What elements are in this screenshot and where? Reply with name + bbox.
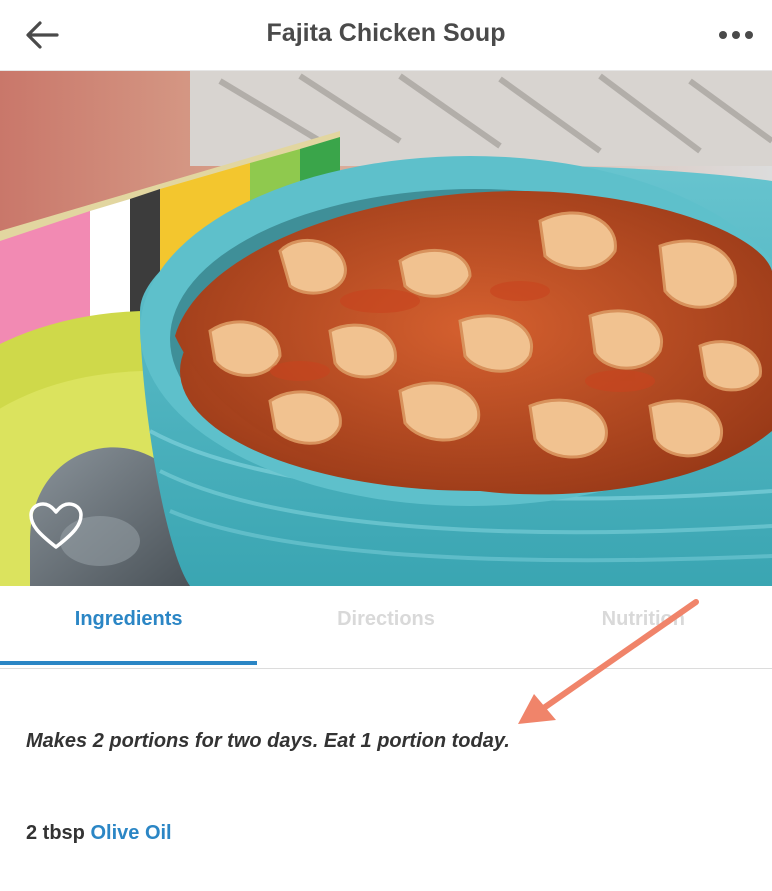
more-options-button[interactable]: [712, 13, 760, 57]
page-title: Fajita Chicken Soup: [266, 19, 506, 47]
arrow-left-icon: [26, 21, 59, 49]
more-horizontal-icon: [719, 31, 753, 39]
heart-outline-icon: [29, 502, 83, 549]
tab-directions[interactable]: Directions: [257, 586, 514, 668]
back-button[interactable]: [20, 13, 64, 57]
ingredient-name-link[interactable]: Olive Oil: [90, 822, 171, 844]
tab-nutrition[interactable]: Nutrition: [515, 586, 772, 668]
tab-ingredients[interactable]: Ingredients: [0, 586, 257, 668]
ingredient-row: 2 tbsp Olive Oil: [26, 822, 172, 845]
ingredient-quantity: 2 tbsp: [26, 822, 85, 844]
favorite-button[interactable]: [26, 496, 86, 556]
recipe-screen: Fajita Chicken Soup Ingredients Directio…: [0, 0, 772, 891]
portions-note: Makes 2 portions for two days. Eat 1 por…: [26, 730, 510, 752]
top-app-bar: Fajita Chicken Soup: [0, 0, 772, 71]
active-tab-indicator: [0, 661, 257, 665]
recipe-photo[interactable]: [0, 71, 772, 586]
soup-photo: [0, 71, 772, 586]
recipe-tabs: Ingredients Directions Nutrition: [0, 586, 772, 669]
